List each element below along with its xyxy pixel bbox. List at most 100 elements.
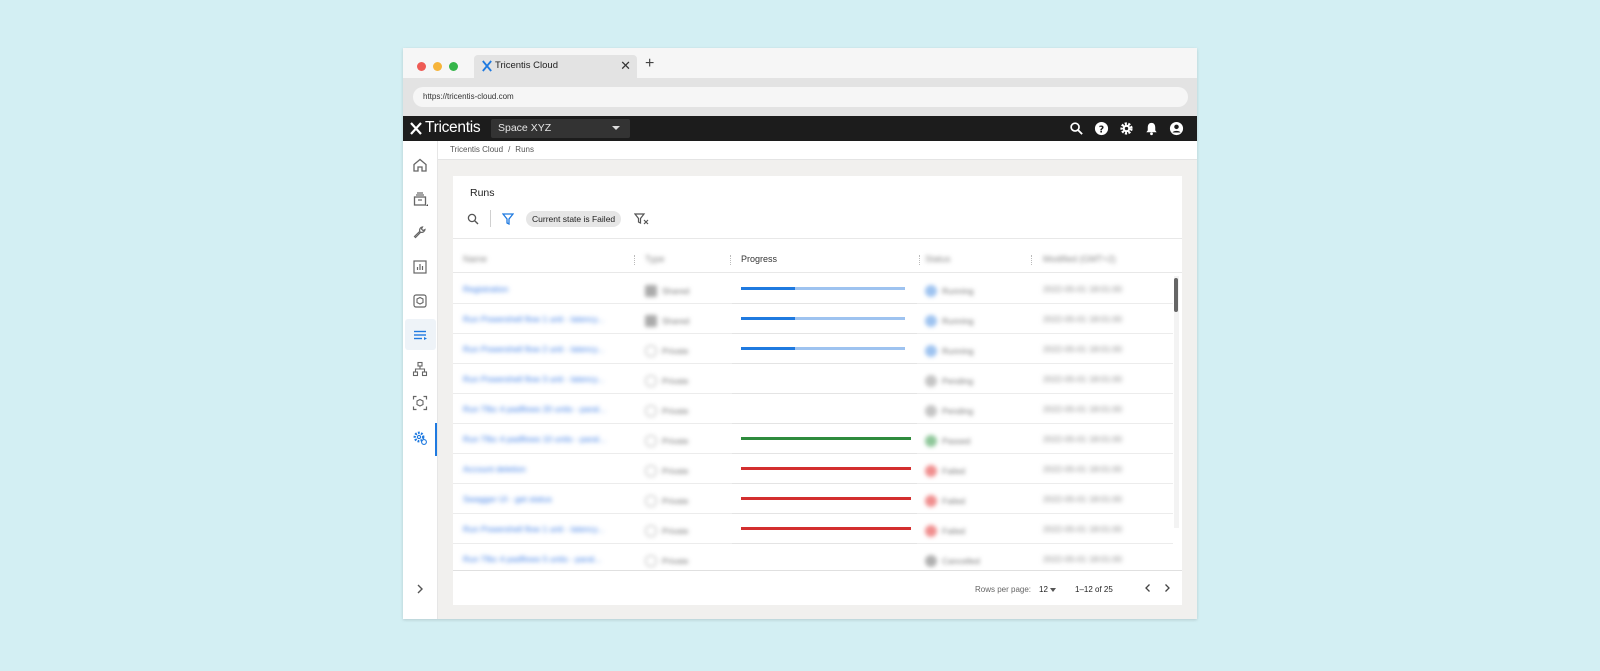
table-row[interactable]: Account deletion Private Failed 2022-05-01 …: [453, 454, 1173, 484]
table-row[interactable]: Run Tfbc 4 padflows 20 units - paral... P…: [453, 394, 1173, 424]
status-label: Running: [942, 345, 974, 356]
run-type-label: Private: [662, 495, 689, 506]
breadcrumb-current: Runs: [515, 145, 534, 154]
column-resize-handle[interactable]: [730, 255, 732, 265]
runs-list-icon[interactable]: [412, 327, 428, 343]
archive-icon[interactable]: [412, 191, 428, 207]
status-badge: Failed: [925, 492, 965, 510]
column-header-status[interactable]: Status: [925, 254, 951, 264]
table-row[interactable]: Registration Shared Running 2022-05-01 18:0…: [453, 274, 1173, 304]
tab-title: Tricentis Cloud: [495, 60, 559, 71]
minimize-window-button[interactable]: [433, 62, 442, 71]
runs-card: Runs Current state is Failed Name Type P…: [453, 176, 1182, 605]
bell-icon[interactable]: [1144, 121, 1159, 136]
previous-page-icon[interactable]: [1143, 583, 1153, 593]
breadcrumb-separator: /: [508, 145, 511, 154]
shared-icon: [645, 284, 657, 297]
table-row[interactable]: Run Tfbc 4 padflows 5 units - paral... Pr…: [453, 544, 1173, 570]
status-badge: Failed: [925, 522, 965, 540]
close-icon[interactable]: ✕: [620, 59, 631, 73]
url-input[interactable]: https://tricentis-cloud.com: [413, 87, 1188, 107]
column-header-type[interactable]: Type: [645, 254, 665, 264]
run-type: Private: [645, 552, 688, 570]
table-row[interactable]: Run Powershell flow 1 unit - latency... S…: [453, 304, 1173, 334]
run-name-link[interactable]: Run Powershell flow 2 unit - latency...: [463, 344, 604, 354]
status-icon: [925, 344, 937, 357]
status-icon: [925, 314, 937, 327]
tricentis-logo-icon[interactable]: [410, 122, 422, 135]
package-icon[interactable]: [412, 293, 428, 309]
space-selector[interactable]: Space XYZ: [491, 119, 630, 138]
browser-tab[interactable]: Tricentis Cloud ✕: [474, 55, 637, 78]
filter-icon[interactable]: [502, 212, 514, 226]
table-row[interactable]: Run Powershell flow 2 unit - latency... P…: [453, 334, 1173, 364]
private-icon: [645, 464, 657, 477]
new-tab-button[interactable]: +: [645, 55, 654, 73]
modified-date: 2022-05-01 18:01:00: [1043, 404, 1122, 414]
progress-cell: [732, 364, 917, 394]
run-name-link[interactable]: Swagger UI - get status: [463, 494, 552, 504]
close-window-button[interactable]: [417, 62, 426, 71]
modified-date: 2022-05-01 18:01:00: [1043, 374, 1122, 384]
status-badge: Cancelled: [925, 552, 980, 570]
private-icon: [645, 524, 657, 537]
home-icon[interactable]: [412, 157, 428, 173]
hierarchy-icon[interactable]: [412, 361, 428, 377]
run-name-link[interactable]: Account deletion: [463, 464, 526, 474]
search-icon[interactable]: [1069, 121, 1084, 136]
table-row[interactable]: Run Powershell flow 3 unit - latency... P…: [453, 364, 1173, 394]
run-name-link[interactable]: Run Tfbc 4 padflows 20 units - paral...: [463, 404, 606, 414]
brand-name[interactable]: Tricentis: [425, 119, 481, 137]
modified-date: 2022-05-01 18:01:00: [1043, 524, 1122, 534]
tab-strip: Tricentis Cloud ✕ +: [403, 48, 1197, 78]
column-resize-handle[interactable]: [919, 255, 921, 265]
address-bar: https://tricentis-cloud.com: [403, 78, 1197, 116]
run-name-link[interactable]: Run Tfbc 4 padflows 5 units - paral...: [463, 554, 601, 564]
gear-icon[interactable]: [1119, 121, 1134, 136]
column-header-name[interactable]: Name: [463, 254, 487, 264]
chevron-down-icon[interactable]: [1050, 588, 1056, 592]
status-badge: Running: [925, 342, 974, 360]
run-name-link[interactable]: Run Powershell flow 1 unit - latency...: [463, 314, 604, 324]
scrollbar-thumb[interactable]: [1174, 278, 1178, 312]
column-resize-handle[interactable]: [1031, 255, 1033, 265]
progress-fill: [741, 467, 911, 470]
help-icon[interactable]: ?: [1094, 121, 1109, 136]
breadcrumb: Tricentis Cloud / Runs: [438, 141, 1197, 160]
maximize-window-button[interactable]: [449, 62, 458, 71]
next-page-icon[interactable]: [1162, 583, 1172, 593]
table-row[interactable]: Run Tfbc 4 padflows 10 units - paral... P…: [453, 424, 1173, 454]
scrollbar-track[interactable]: [1174, 276, 1179, 528]
progress-bar: [741, 317, 911, 320]
wrench-icon[interactable]: [412, 225, 428, 241]
status-icon: [925, 374, 937, 387]
bar-chart-icon[interactable]: [412, 259, 428, 275]
progress-fill: [741, 497, 911, 500]
run-type: Private: [645, 342, 688, 360]
clear-filters-icon[interactable]: [634, 212, 650, 226]
table-row[interactable]: Run Powershell flow 1 unit - latency... P…: [453, 514, 1173, 544]
settings-gear-icon[interactable]: [412, 430, 428, 446]
run-name-link[interactable]: Run Powershell flow 3 unit - latency...: [463, 374, 604, 384]
column-header-modified[interactable]: Modified (GMT+2): [1043, 254, 1116, 264]
run-name-link[interactable]: Run Powershell flow 1 unit - latency...: [463, 524, 604, 534]
run-type: Private: [645, 402, 688, 420]
rows-per-page-select[interactable]: 12: [1039, 585, 1048, 594]
progress-cell: [732, 394, 917, 424]
expand-rail-icon[interactable]: [412, 581, 428, 597]
account-icon[interactable]: [1169, 121, 1184, 136]
breadcrumb-root[interactable]: Tricentis Cloud: [450, 145, 503, 154]
search-icon[interactable]: [467, 212, 479, 226]
run-type-label: Shared: [662, 285, 690, 296]
status-badge: Pending: [925, 372, 973, 390]
run-name-link[interactable]: Registration: [463, 284, 508, 294]
table-row[interactable]: Swagger UI - get status Private Failed 2022…: [453, 484, 1173, 514]
column-header-progress[interactable]: Progress: [741, 254, 777, 264]
run-type: Private: [645, 372, 688, 390]
scan-icon[interactable]: [412, 395, 428, 411]
run-type-label: Private: [662, 555, 689, 566]
status-label: Pending: [942, 405, 974, 416]
filter-chip[interactable]: Current state is Failed: [526, 211, 622, 227]
run-name-link[interactable]: Run Tfbc 4 padflows 10 units - paral...: [463, 434, 606, 444]
column-resize-handle[interactable]: [634, 255, 636, 265]
